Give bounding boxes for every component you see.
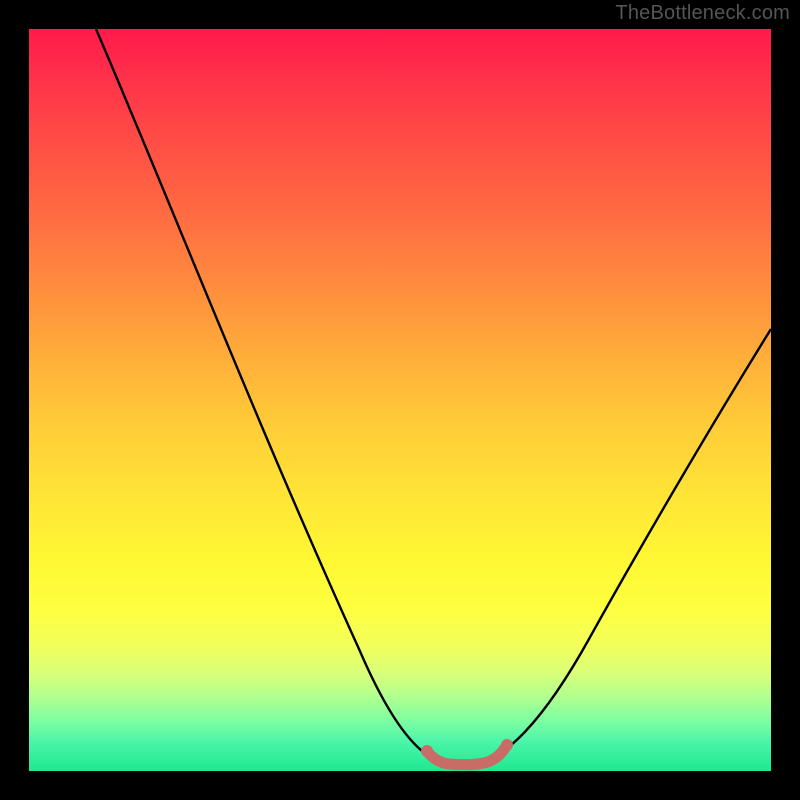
watermark-text: TheBottleneck.com	[615, 2, 790, 25]
chart-frame: TheBottleneck.com	[0, 0, 800, 800]
band-dot-left	[421, 745, 433, 757]
plot-area	[29, 29, 771, 771]
bottleneck-curve	[96, 29, 771, 764]
bottom-band	[427, 745, 507, 765]
band-dot-right	[501, 739, 513, 751]
curve-layer	[29, 29, 771, 771]
